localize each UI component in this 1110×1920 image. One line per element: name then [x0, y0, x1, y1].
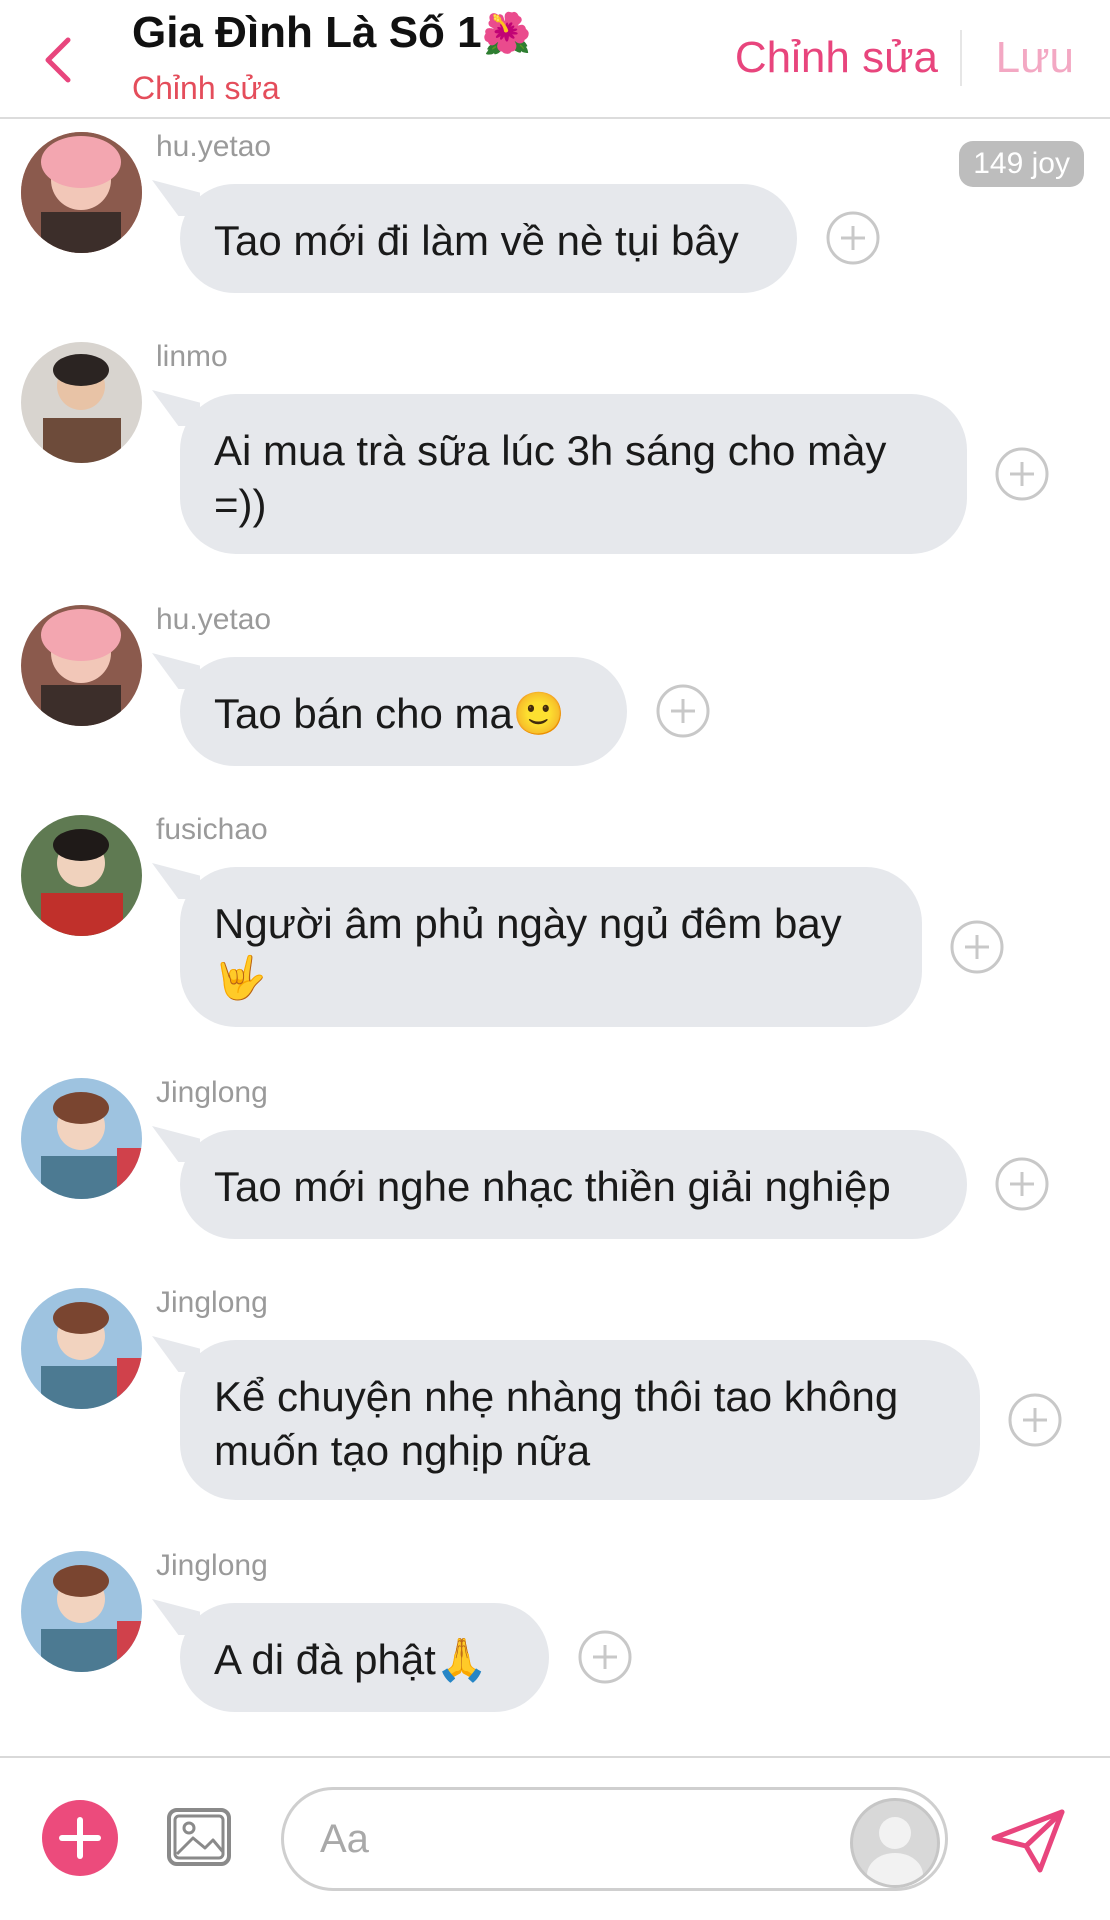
- chat-header: Gia Đình Là Số 1🌺 Chỉnh sửa Chỉnh sửa Lư…: [0, 0, 1110, 119]
- plus-circle-icon[interactable]: [577, 1629, 633, 1685]
- send-icon[interactable]: [988, 1806, 1068, 1876]
- username: Jinglong: [156, 1549, 268, 1582]
- message-bubble[interactable]: Tao bán cho ma🙂: [180, 657, 627, 766]
- plus-circle-icon[interactable]: [994, 446, 1050, 502]
- header-bottom-border: [0, 117, 1110, 119]
- username: Jinglong: [156, 1286, 268, 1319]
- profile-icon[interactable]: [850, 1798, 940, 1888]
- header-divider: [960, 30, 962, 86]
- plus-circle-icon[interactable]: [825, 210, 881, 266]
- avatar[interactable]: [21, 132, 142, 253]
- avatar[interactable]: [21, 1551, 142, 1672]
- message-bubble[interactable]: Người âm phủ ngày ngủ đêm bay 🤟: [180, 867, 922, 1027]
- plus-circle-icon[interactable]: [1007, 1392, 1063, 1448]
- plus-circle-icon[interactable]: [655, 683, 711, 739]
- composer-top-border: [0, 1756, 1110, 1758]
- username: linmo: [156, 340, 228, 373]
- message-bubble[interactable]: Kể chuyện nhẹ nhàng thôi tao không muốn …: [180, 1340, 980, 1500]
- avatar[interactable]: [21, 1288, 142, 1409]
- plus-icon: [59, 1817, 101, 1859]
- message-input-placeholder: Aa: [320, 1816, 369, 1861]
- username: hu.yetao: [156, 130, 272, 163]
- avatar[interactable]: [21, 342, 142, 463]
- username: hu.yetao: [156, 603, 272, 636]
- avatar[interactable]: [21, 1078, 142, 1199]
- image-icon[interactable]: [165, 1802, 235, 1872]
- chat-title-text: Gia Đình Là Số 1: [132, 8, 482, 57]
- chat-title: Gia Đình Là Số 1🌺: [132, 8, 531, 58]
- message-bubble[interactable]: Tao mới đi làm về nè tụi bây: [180, 184, 797, 293]
- back-chevron-icon[interactable]: [38, 30, 78, 90]
- edit-button[interactable]: Chỉnh sửa: [735, 33, 938, 83]
- plus-circle-icon[interactable]: [994, 1156, 1050, 1212]
- username: fusichao: [156, 813, 268, 846]
- chat-subtitle: Chỉnh sửa: [132, 70, 280, 106]
- add-button[interactable]: [42, 1800, 118, 1876]
- avatar[interactable]: [21, 815, 142, 936]
- save-button[interactable]: Lưu: [996, 33, 1074, 83]
- username: Jinglong: [156, 1076, 268, 1109]
- message-bubble[interactable]: Tao mới nghe nhạc thiền giải nghiệp: [180, 1130, 967, 1239]
- hibiscus-emoji: 🌺: [481, 12, 532, 56]
- message-input[interactable]: Aa: [281, 1787, 948, 1891]
- joy-count-badge: 149 joy: [959, 141, 1084, 187]
- message-bubble[interactable]: Ai mua trà sữa lúc 3h sáng cho mày =)): [180, 394, 967, 554]
- message-bubble[interactable]: A di đà phật🙏: [180, 1603, 549, 1712]
- avatar[interactable]: [21, 605, 142, 726]
- plus-circle-icon[interactable]: [949, 919, 1005, 975]
